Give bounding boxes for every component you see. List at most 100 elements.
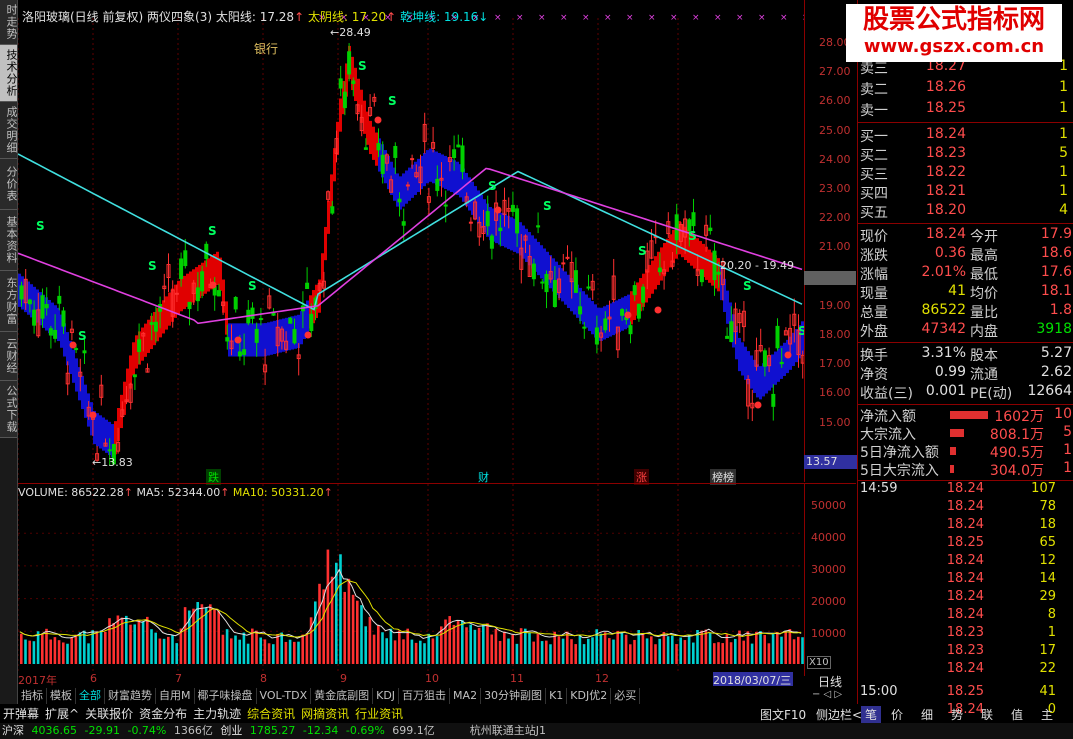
quote-label: 最低 bbox=[970, 267, 998, 283]
tab-technical-analysis[interactable]: 技术分析 bbox=[0, 45, 18, 102]
right-tab[interactable]: 细 bbox=[921, 706, 933, 723]
volume-bar bbox=[641, 634, 645, 664]
quote-row: 现量 41 均价 18.1 bbox=[858, 283, 1073, 302]
candle-body bbox=[561, 262, 566, 265]
right-tab-strip: 笔价 细 势 联 值 主 bbox=[857, 706, 1073, 723]
tab-price-table[interactable]: 分价表 bbox=[0, 159, 18, 210]
volume-value: VOLUME: 86522.28 bbox=[18, 486, 124, 499]
candle-body bbox=[578, 306, 583, 315]
indicator-tab[interactable]: 30分钟副图 bbox=[481, 688, 547, 704]
indicator-tab[interactable]: 自用M bbox=[156, 688, 195, 704]
volume-bar bbox=[125, 615, 128, 664]
quote-row: 涨跌 0.36 最高 18.6 bbox=[858, 245, 1073, 264]
right-tab[interactable]: 联 bbox=[981, 706, 993, 723]
function-button[interactable]: 资金分布 bbox=[136, 706, 190, 722]
volume-bar bbox=[708, 632, 712, 664]
trend-band-segment bbox=[510, 217, 513, 251]
flow-label: 大宗流入 bbox=[860, 427, 916, 443]
function-button[interactable]: 行业资讯 bbox=[352, 706, 406, 722]
indicator-tab[interactable]: K1 bbox=[546, 688, 568, 704]
candle-body bbox=[27, 299, 32, 305]
quote-panel: 卖三 18.27 1 卖二 18.26 1 卖一 18.25 1 买一 18.24 1 买二 18.23 5… bbox=[857, 0, 1073, 717]
indicator-tab[interactable]: 全部 bbox=[76, 688, 105, 704]
x-tick-label: 10 bbox=[425, 672, 439, 685]
quote-row: 总量 86522 量比 1.8 bbox=[858, 302, 1073, 321]
indicator-tab[interactable]: MA2 bbox=[450, 688, 482, 704]
scroll-controls[interactable]: − ◁ ▷ bbox=[812, 689, 842, 700]
volume-bar bbox=[662, 631, 666, 664]
order-row-sell: 卖一 18.25 1 bbox=[858, 100, 1073, 119]
indicator-tab[interactable]: 指标 bbox=[18, 688, 47, 704]
volume-bar bbox=[364, 626, 367, 664]
indicator-tab[interactable]: 百万狙击 bbox=[399, 688, 451, 704]
right-tab[interactable]: 笔 bbox=[861, 706, 882, 723]
zoom-label[interactable]: X10 bbox=[807, 656, 831, 669]
volume-bar bbox=[53, 637, 57, 664]
candle-body bbox=[489, 235, 494, 249]
tick-price: 18.24 bbox=[946, 553, 984, 568]
indicator-tab[interactable]: 必买 bbox=[611, 688, 641, 704]
volume-bar bbox=[490, 634, 493, 664]
tick-price: 18.25 bbox=[946, 535, 984, 550]
candle-body bbox=[216, 290, 221, 297]
tab-intraday[interactable]: 时走势 bbox=[0, 0, 18, 45]
function-button[interactable]: 主力轨迹 bbox=[190, 706, 244, 722]
function-button[interactable]: 开弹幕 bbox=[0, 706, 42, 722]
right-tab[interactable]: 势 bbox=[951, 706, 963, 723]
volume-bar bbox=[146, 616, 149, 664]
candle-body bbox=[254, 328, 259, 343]
trend-band-segment bbox=[261, 323, 264, 357]
flow-label: 净流入额 bbox=[860, 409, 916, 425]
watermark-url: www.gszx.com.cn bbox=[863, 36, 1045, 57]
tick-volume: 29 bbox=[1039, 589, 1056, 604]
indicator-tab[interactable]: 椰子味操盘 bbox=[195, 688, 257, 704]
flow-bar bbox=[950, 447, 956, 455]
function-button[interactable]: 网摘资讯 bbox=[298, 706, 352, 722]
volume-bar bbox=[335, 562, 338, 664]
right-tab[interactable]: 主 bbox=[1041, 706, 1053, 723]
tick-price: 18.25 bbox=[946, 684, 984, 699]
indicator-tab[interactable]: 模板 bbox=[47, 688, 76, 704]
function-button[interactable]: 关联报价 bbox=[82, 706, 136, 722]
volume-chart[interactable] bbox=[18, 484, 804, 676]
order-row-buy: 买四 18.21 1 bbox=[858, 183, 1073, 202]
right-tab[interactable]: 价 bbox=[891, 706, 903, 723]
indicator-tab[interactable]: KDJ优2 bbox=[567, 688, 612, 704]
trend-band-segment bbox=[660, 247, 663, 281]
trend-band-segment bbox=[366, 111, 369, 145]
price-chart[interactable]: SSSSSSSSSSSSS××××××××××××××××××××××× bbox=[18, 0, 804, 482]
candle-body bbox=[237, 351, 242, 357]
tick-volume: 65 bbox=[1039, 535, 1056, 550]
volume-bar bbox=[217, 610, 220, 664]
sh-label: 沪深 bbox=[2, 724, 24, 737]
volume-bar bbox=[280, 632, 283, 664]
tick-row: 14:59 18.24 107 bbox=[858, 481, 1073, 500]
right-tab[interactable]: 值 bbox=[1011, 706, 1023, 723]
trend-band-segment bbox=[630, 291, 633, 325]
function-button[interactable]: 扩展^ bbox=[42, 706, 82, 722]
signal-b-marker bbox=[784, 351, 792, 359]
tab-trade-details[interactable]: 成交明细 bbox=[0, 102, 18, 159]
tab-basic-info[interactable]: 基本资料 bbox=[0, 210, 18, 271]
candle-body bbox=[762, 350, 767, 367]
volume-bar bbox=[154, 632, 157, 664]
indicator-tab[interactable]: 黄金底副图 bbox=[311, 688, 374, 704]
indicator-tab[interactable]: KDJ bbox=[373, 688, 400, 704]
volume-bar bbox=[654, 644, 657, 664]
volume-bar bbox=[377, 624, 380, 664]
server-name[interactable]: 杭州联通主站J1 bbox=[468, 723, 548, 739]
tab-eastmoney[interactable]: 东方财富 bbox=[0, 271, 18, 332]
tab-cloud-finance[interactable]: 云财经 bbox=[0, 332, 18, 381]
indicator-name: 两仪四象(3) bbox=[147, 10, 213, 24]
tab-formula-download[interactable]: 公式下载 bbox=[0, 381, 18, 438]
candle-body bbox=[632, 285, 637, 296]
volume-bar bbox=[91, 630, 94, 664]
top-marker: × bbox=[582, 13, 590, 23]
indicator-tab[interactable]: 财富趋势 bbox=[105, 688, 156, 704]
top-marker: × bbox=[670, 13, 678, 23]
indicator-tab[interactable]: VOL-TDX bbox=[257, 688, 312, 704]
candle-body bbox=[225, 337, 230, 342]
candle-body bbox=[779, 361, 784, 365]
f10-button[interactable]: 图文F10 bbox=[757, 708, 809, 722]
function-button[interactable]: 综合资讯 bbox=[244, 706, 298, 722]
